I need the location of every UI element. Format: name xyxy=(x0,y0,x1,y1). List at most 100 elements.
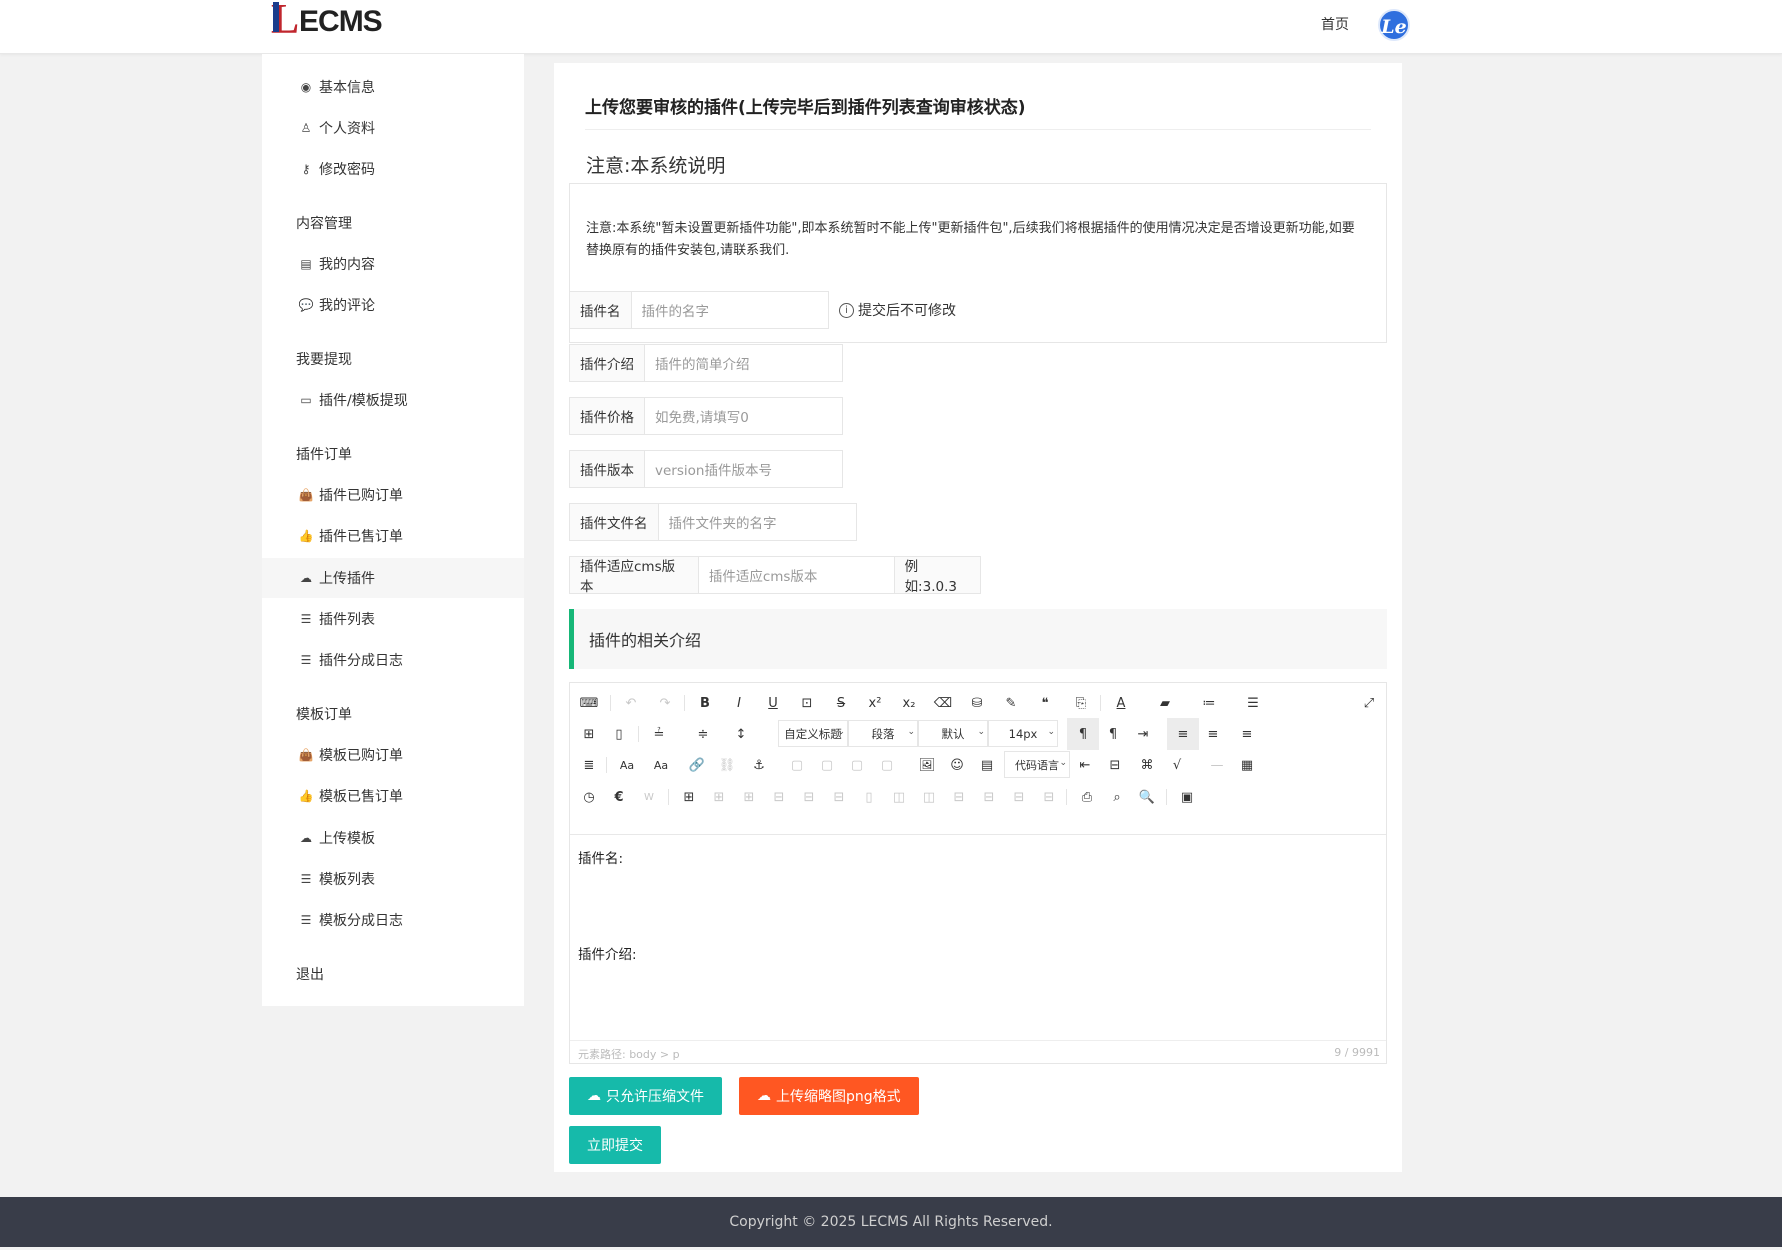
unordered-list-icon[interactable]: ☰ xyxy=(1242,692,1264,714)
help-icon[interactable]: ▣ xyxy=(1176,786,1198,808)
plugin-folder-input[interactable]: 插件文件夹的名字 xyxy=(659,504,787,540)
euro-icon[interactable]: € xyxy=(608,786,630,808)
remove-format-icon[interactable]: ⌫ xyxy=(932,692,954,714)
font-family-select[interactable]: 默认 ⌄ xyxy=(918,720,988,747)
link-icon[interactable]: 🔗 xyxy=(686,754,708,776)
upload-thumbnail-button[interactable]: ☁ 上传缩略图png格式 xyxy=(739,1077,919,1115)
editor-content-area[interactable]: 插件名: 插件介绍: xyxy=(570,834,1386,1040)
template-icon[interactable]: ▤ xyxy=(976,754,998,776)
delete-table-icon[interactable]: ⊟ xyxy=(1008,786,1030,808)
select-all-icon[interactable]: ⊞ xyxy=(578,723,600,745)
row-spacing-bottom-icon[interactable]: ≑ xyxy=(692,723,714,745)
line-height-icon[interactable]: ↕ xyxy=(730,723,752,745)
sidebar-item-profile[interactable]: ♙ 个人资料 xyxy=(262,108,524,148)
split-cells-icon[interactable]: ▯ xyxy=(858,786,880,808)
subscript-icon[interactable]: x₂ xyxy=(898,692,920,714)
merge-down-icon[interactable]: ⊟ xyxy=(828,786,850,808)
plugin-price-input[interactable]: 如免费,请填写0 xyxy=(645,398,759,434)
strikethrough-icon[interactable]: S xyxy=(830,692,852,714)
search-replace-icon[interactable]: 🔍 xyxy=(1136,786,1158,808)
upload-zip-button[interactable]: ☁ 只允许压缩文件 xyxy=(569,1077,722,1115)
merge-right-icon[interactable]: ⊟ xyxy=(798,786,820,808)
source-code-icon[interactable]: ⌨ xyxy=(578,692,600,714)
delete-row-icon[interactable]: ⊟ xyxy=(948,786,970,808)
nav-home-link[interactable]: 首页 xyxy=(1321,14,1349,34)
user-avatar[interactable]: Le xyxy=(1378,9,1410,41)
plugin-intro-input[interactable]: 插件的简单介绍 xyxy=(645,345,760,381)
plugin-cms-input[interactable]: 插件适应cms版本 xyxy=(699,557,894,593)
horizontal-line-icon[interactable]: — xyxy=(1206,754,1228,776)
sidebar-item-template-list[interactable]: ☰ 模板列表 xyxy=(262,859,524,899)
sidebar-item-plugin-commission-log[interactable]: ☰ 插件分成日志 xyxy=(262,640,524,680)
undo-icon[interactable]: ↶ xyxy=(620,692,642,714)
auto-typeset-icon[interactable]: ✎ xyxy=(1000,692,1022,714)
sidebar-item-template-sold[interactable]: 👍 模板已售订单 xyxy=(262,776,524,816)
font-border-icon[interactable]: ⊡ xyxy=(796,692,818,714)
bold-icon[interactable]: B xyxy=(694,692,716,714)
preview-icon[interactable]: ⌕ xyxy=(1106,786,1128,808)
sidebar-item-upload-template[interactable]: ☁ 上传模板 xyxy=(262,818,524,858)
plugin-name-input[interactable]: 插件的名字 xyxy=(632,292,720,328)
sidebar-item-my-content[interactable]: ▤ 我的内容 xyxy=(262,244,524,284)
fullscreen-icon[interactable]: ⤢ xyxy=(1358,692,1380,714)
code-language-select[interactable]: 代码语言 ⌄ xyxy=(1004,751,1070,778)
ltr-direction-icon[interactable]: ¶ xyxy=(1067,718,1099,750)
lowercase-icon[interactable]: Aa xyxy=(650,754,672,776)
custom-heading-select[interactable]: 自定义标题 ⌄ xyxy=(778,720,848,747)
indent-icon[interactable]: ⇥ xyxy=(1132,723,1154,745)
anchor-icon[interactable]: ⚓ xyxy=(748,754,770,776)
row-spacing-top-icon[interactable]: ≟ xyxy=(648,723,670,745)
calendar-icon[interactable]: ▦ xyxy=(1236,754,1258,776)
align-left-icon[interactable]: ≡ xyxy=(1167,718,1199,750)
italic-icon[interactable]: I xyxy=(728,692,750,714)
clear-document-icon[interactable]: ▯ xyxy=(608,723,630,745)
align-right-icon[interactable]: ≡ xyxy=(1236,723,1258,745)
table-props-icon[interactable]: ⊟ xyxy=(1038,786,1060,808)
sidebar-item-plugin-list[interactable]: ☰ 插件列表 xyxy=(262,599,524,639)
insert-row-icon[interactable]: ⊞ xyxy=(708,786,730,808)
sidebar-item-upload-plugin[interactable]: ☁ 上传插件 xyxy=(262,558,524,598)
print-icon[interactable]: ⎙ xyxy=(1076,786,1098,808)
uppercase-icon[interactable]: Aa xyxy=(616,754,638,776)
sidebar-item-logout[interactable]: 退出 xyxy=(296,964,324,984)
underline-icon[interactable]: U xyxy=(762,692,784,714)
sidebar-item-template-commission-log[interactable]: ☰ 模板分成日志 xyxy=(262,900,524,940)
image-center-icon[interactable]: ▢ xyxy=(876,754,898,776)
split-cols-icon[interactable]: ◫ xyxy=(918,786,940,808)
clock-icon[interactable]: ◷ xyxy=(578,786,600,808)
insert-col-icon[interactable]: ⊞ xyxy=(738,786,760,808)
superscript-icon[interactable]: x² xyxy=(864,692,886,714)
image-icon[interactable]: 🖼 xyxy=(916,754,938,776)
scrawl-icon[interactable]: ⌘ xyxy=(1136,754,1158,776)
paste-plain-icon[interactable]: ⎘ xyxy=(1070,692,1092,714)
font-size-select[interactable]: 14px ⌄ xyxy=(988,720,1058,747)
table-icon[interactable]: ⊞ xyxy=(678,786,700,808)
sidebar-item-plugin-sold[interactable]: 👍 插件已售订单 xyxy=(262,516,524,556)
sidebar-item-withdraw[interactable]: ▭ 插件/模板提现 xyxy=(262,380,524,420)
emoticon-icon[interactable]: ☺ xyxy=(946,754,968,776)
rtl-direction-icon[interactable]: ¶ xyxy=(1102,723,1124,745)
page-break-icon[interactable]: ⇤ xyxy=(1074,754,1096,776)
font-color-icon[interactable]: A xyxy=(1110,692,1132,714)
sidebar-item-basic-info[interactable]: ◉ 基本信息 xyxy=(262,67,524,107)
align-center-icon[interactable]: ≡ xyxy=(1202,723,1224,745)
submit-button[interactable]: 立即提交 xyxy=(569,1126,661,1164)
sidebar-item-plugin-purchased[interactable]: 👜 插件已购订单 xyxy=(262,475,524,515)
image-left-icon[interactable]: ▢ xyxy=(816,754,838,776)
justify-icon[interactable]: ≣ xyxy=(578,754,600,776)
image-right-icon[interactable]: ▢ xyxy=(846,754,868,776)
split-rows-icon[interactable]: ◫ xyxy=(888,786,910,808)
sidebar-item-change-password[interactable]: ⚷ 修改密码 xyxy=(262,149,524,189)
word-image-icon[interactable]: W xyxy=(638,786,660,808)
blockquote-icon[interactable]: ❝ xyxy=(1034,692,1056,714)
image-none-icon[interactable]: ▢ xyxy=(786,754,808,776)
delete-col-icon[interactable]: ⊟ xyxy=(978,786,1000,808)
format-match-icon[interactable]: ⛁ xyxy=(966,692,988,714)
merge-cells-icon[interactable]: ⊟ xyxy=(768,786,790,808)
sidebar-item-my-comments[interactable]: 💬 我的评论 xyxy=(262,285,524,325)
horizontal-rule-box-icon[interactable]: ⊟ xyxy=(1104,754,1126,776)
paragraph-select[interactable]: 段落 ⌄ xyxy=(848,720,918,747)
lecms-logo[interactable]: L ECMS xyxy=(271,0,383,41)
unlink-icon[interactable]: ⛓ xyxy=(716,754,738,776)
formula-icon[interactable]: √ xyxy=(1166,754,1188,776)
